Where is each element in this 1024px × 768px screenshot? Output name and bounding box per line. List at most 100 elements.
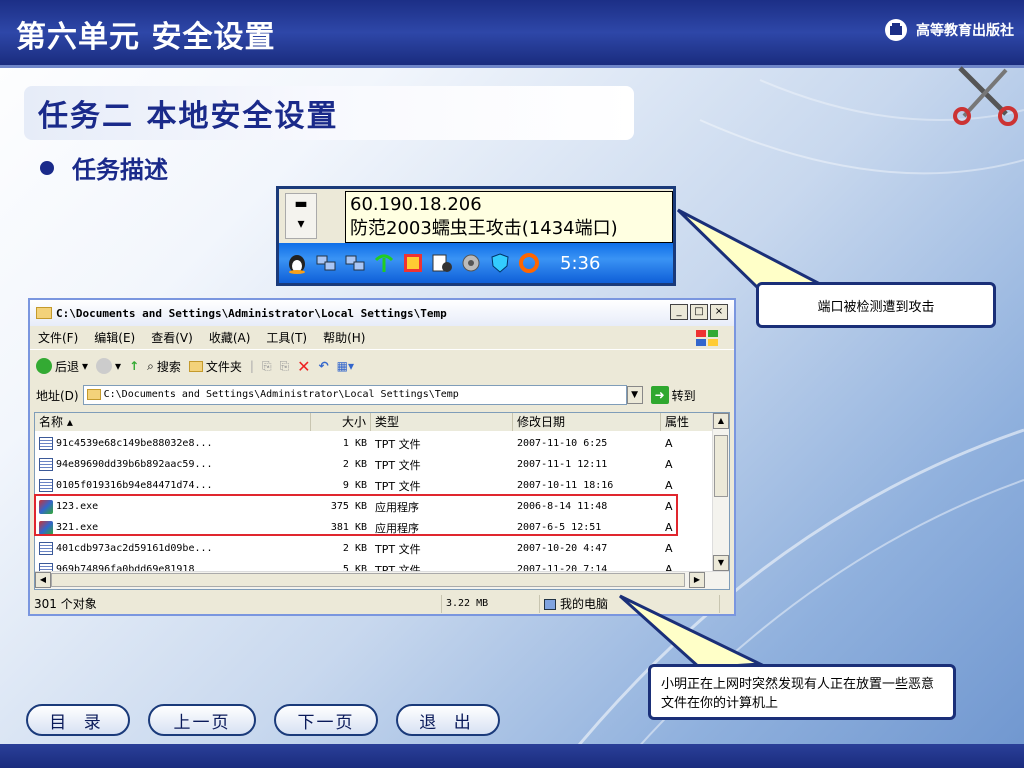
callout-port-attack-text: 端口被检测遭到攻击 bbox=[817, 299, 935, 315]
column-size[interactable]: 大小 bbox=[311, 413, 371, 431]
up-folder-button[interactable]: ↑ bbox=[129, 359, 139, 373]
vertical-scrollbar[interactable]: ▲ ▼ bbox=[712, 413, 729, 571]
file-date: 2007-6-5 12:51 bbox=[517, 522, 602, 533]
system-tray-screenshot: ▬ ▾ 60.190.18.206 防范2003蠕虫王攻击(1434端口) 5:… bbox=[276, 186, 676, 286]
chevron-down-icon: ▾ bbox=[115, 359, 122, 373]
menu-favorites[interactable]: 收藏(A) bbox=[209, 329, 251, 346]
tray-clock: 5:36 bbox=[560, 252, 601, 274]
publisher-name: 高等教育出版社 bbox=[916, 23, 1014, 39]
copy-to-icon[interactable]: ⎘ bbox=[280, 359, 290, 374]
file-type: 应用程序 bbox=[375, 500, 419, 514]
go-button[interactable]: ➜ 转到 bbox=[650, 386, 696, 404]
tools-icon bbox=[953, 66, 1018, 126]
views-icon[interactable]: ▦▾ bbox=[337, 359, 354, 373]
up-folder-icon: ↑ bbox=[129, 359, 140, 373]
exe-file-icon bbox=[39, 520, 53, 535]
file-attributes: A bbox=[665, 563, 673, 571]
minimize-button[interactable]: _ bbox=[670, 304, 688, 320]
scroll-left-button[interactable]: ◀ bbox=[35, 572, 51, 588]
status-size: 3.22 MB bbox=[442, 595, 540, 613]
callout-port-attack: 端口被检测遭到攻击 bbox=[756, 282, 996, 328]
address-input[interactable]: C:\Documents and Settings\Administrator\… bbox=[82, 385, 627, 405]
shield-icon[interactable] bbox=[488, 251, 512, 275]
firewall-icon[interactable] bbox=[401, 251, 425, 275]
forward-button[interactable]: ▾ bbox=[96, 358, 121, 374]
antenna-icon[interactable] bbox=[372, 251, 396, 275]
qq-penguin-icon[interactable] bbox=[285, 251, 309, 275]
column-date[interactable]: 修改日期 bbox=[513, 413, 661, 431]
file-type: TPT 文件 bbox=[375, 437, 421, 451]
tray-balloon-tooltip: 60.190.18.206 防范2003蠕虫王攻击(1434端口) bbox=[345, 191, 673, 243]
file-list: 名称 ▴ 大小 类型 修改日期 属性 91c4539e68c149be88032… bbox=[34, 412, 730, 590]
file-date: 2007-10-11 18:16 bbox=[517, 480, 614, 491]
network-icon[interactable] bbox=[343, 251, 367, 275]
windows-logo-icon bbox=[696, 330, 718, 346]
top-banner: 第六单元 安全设置 高等教育出版社 bbox=[0, 0, 1024, 68]
address-value: C:\Documents and Settings\Administrator\… bbox=[103, 389, 459, 400]
tray-tooltip-area: ▬ ▾ 60.190.18.206 防范2003蠕虫王攻击(1434端口) bbox=[279, 189, 673, 243]
bullet-text: 任务描述 bbox=[72, 155, 168, 184]
next-page-button[interactable]: 下一页 bbox=[274, 704, 378, 736]
search-button[interactable]: ⌕ 搜索 bbox=[147, 358, 181, 375]
contents-button[interactable]: 目 录 bbox=[26, 704, 130, 736]
file-size: 381 KB bbox=[330, 522, 367, 533]
address-dropdown-button[interactable]: ▼ bbox=[626, 386, 643, 404]
file-size: 2 KB bbox=[342, 543, 367, 554]
column-type[interactable]: 类型 bbox=[371, 413, 513, 431]
menu-help[interactable]: 帮助(H) bbox=[323, 329, 365, 346]
column-attributes[interactable]: 属性 bbox=[661, 413, 713, 431]
folders-button[interactable]: 文件夹 bbox=[188, 358, 242, 375]
scroll-up-button[interactable]: ▲ bbox=[713, 413, 729, 429]
sort-indicator-icon: ▴ bbox=[66, 415, 73, 429]
file-type: TPT 文件 bbox=[375, 458, 421, 472]
table-row[interactable]: 94e89690dd39b6b892aac59... 2 KB TPT 文件 2007… bbox=[35, 454, 713, 475]
horizontal-scroll-thumb[interactable] bbox=[51, 573, 685, 587]
table-row[interactable]: 0105f019316b94e84471d74... 9 KB TPT 文件 2007… bbox=[35, 475, 713, 496]
address-bar: 地址(D) C:\Documents and Settings\Administ… bbox=[30, 382, 734, 408]
explorer-title-bar[interactable]: C:\Documents and Settings\Administrator\… bbox=[30, 300, 734, 326]
back-label: 后退 bbox=[55, 359, 80, 374]
menu-tools[interactable]: 工具(T) bbox=[266, 329, 307, 346]
file-name: 969b74896fa0bdd69e81918 bbox=[35, 563, 311, 571]
exit-button[interactable]: 退 出 bbox=[396, 704, 500, 736]
column-name[interactable]: 名称 ▴ bbox=[35, 413, 311, 431]
publisher-logo: 高等教育出版社 bbox=[884, 18, 1014, 42]
file-size: 1 KB bbox=[342, 438, 367, 449]
scroll-thumb[interactable] bbox=[714, 435, 728, 497]
table-row[interactable]: 401cdb973ac2d59161d09be... 2 KB TPT 文件 2007… bbox=[35, 538, 713, 559]
table-row[interactable]: 91c4539e68c149be88032e8... 1 KB TPT 文件 2007… bbox=[35, 433, 713, 454]
scroll-down-button[interactable]: ▼ bbox=[713, 555, 729, 571]
refresh-icon[interactable] bbox=[517, 251, 541, 275]
table-row[interactable]: 321.exe 381 KB 应用程序 2007-6-5 12:51 A bbox=[35, 517, 713, 538]
folder-icon bbox=[86, 389, 101, 400]
undo-icon[interactable]: ↶ bbox=[319, 359, 329, 373]
slide-navigation: 目 录 上一页 下一页 退 出 bbox=[26, 704, 500, 736]
close-button[interactable]: × bbox=[710, 304, 728, 320]
network-icon[interactable] bbox=[314, 251, 338, 275]
maximize-button[interactable]: □ bbox=[690, 304, 708, 320]
back-button[interactable]: 后退 ▾ bbox=[36, 358, 88, 375]
scroll-right-button[interactable]: ▶ bbox=[689, 572, 705, 588]
speaker-icon[interactable] bbox=[459, 251, 483, 275]
file-size: 375 KB bbox=[330, 501, 367, 512]
status-bar: 301 个对象 3.22 MB 我的电脑 bbox=[30, 594, 734, 614]
search-icon: ⌕ bbox=[147, 358, 154, 373]
task-description-bullet: 任务描述 bbox=[40, 150, 168, 185]
explorer-window: C:\Documents and Settings\Administrator\… bbox=[28, 298, 736, 616]
tray-scroll-arrows[interactable]: ▬ ▾ bbox=[285, 193, 317, 239]
menu-file[interactable]: 文件(F) bbox=[38, 329, 78, 346]
media-icon[interactable] bbox=[430, 251, 454, 275]
move-to-icon[interactable]: ⎘ bbox=[262, 359, 272, 374]
prev-page-button[interactable]: 上一页 bbox=[148, 704, 256, 736]
file-attributes: A bbox=[665, 479, 673, 492]
horizontal-scrollbar[interactable]: ◀ ▶ bbox=[35, 571, 729, 589]
delete-icon[interactable]: ✕ bbox=[297, 357, 310, 376]
table-row[interactable]: 969b74896fa0bdd69e81918 5 KB TPT 文件 2007-11… bbox=[35, 559, 713, 571]
menu-view[interactable]: 查看(V) bbox=[151, 329, 193, 346]
toolbar-separator: | bbox=[249, 359, 254, 373]
menu-edit[interactable]: 编辑(E) bbox=[94, 329, 135, 346]
search-label: 搜索 bbox=[156, 359, 181, 374]
back-arrow-icon bbox=[36, 358, 52, 374]
file-name: 0105f019316b94e84471d74... bbox=[35, 479, 311, 492]
table-row[interactable]: 123.exe 375 KB 应用程序 2006-8-14 11:48 A bbox=[35, 496, 713, 517]
